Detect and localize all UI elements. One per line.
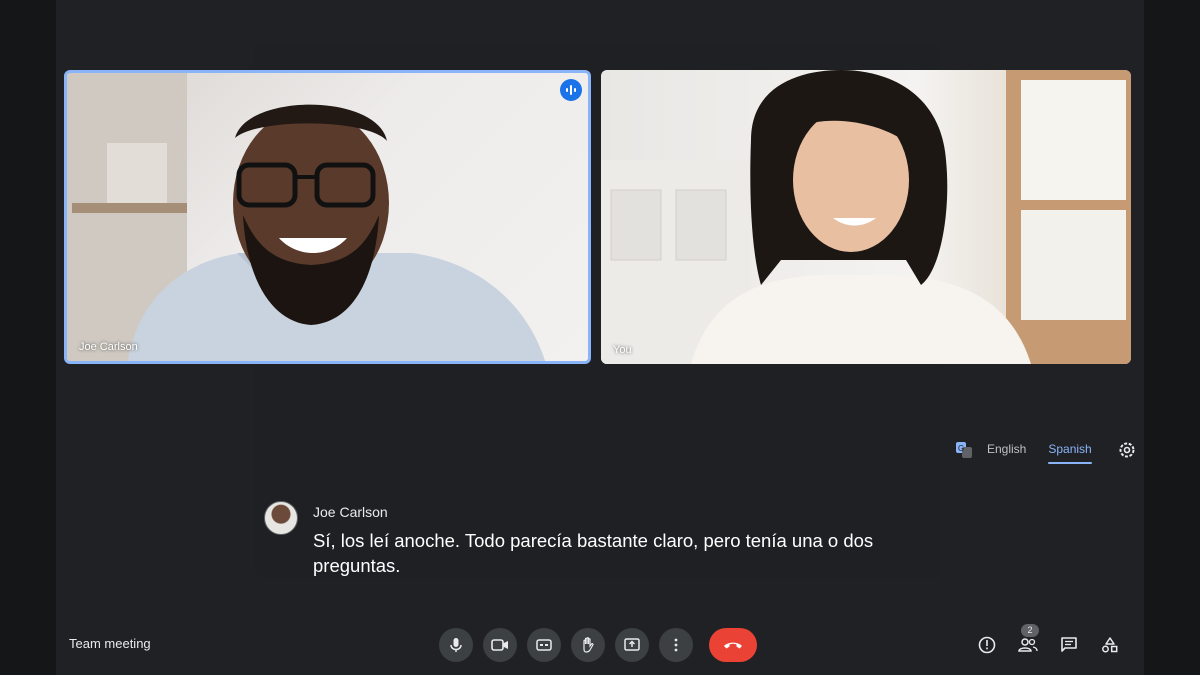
present-button[interactable]	[615, 628, 649, 662]
meeting-details-button[interactable]	[976, 634, 998, 656]
captions-button[interactable]	[527, 628, 561, 662]
end-call-button[interactable]	[709, 628, 757, 662]
more-options-icon	[674, 638, 678, 652]
people-icon	[1018, 638, 1038, 652]
participant-name: You	[613, 344, 632, 356]
present-icon	[624, 638, 640, 651]
camera-icon	[491, 639, 508, 651]
people-count-badge: 2	[1021, 624, 1039, 637]
info-icon	[978, 636, 996, 654]
right-margin	[1144, 0, 1200, 675]
svg-text:G: G	[958, 444, 964, 453]
caption-text: Sí, los leí anoche. Todo parecía bastant…	[313, 530, 874, 576]
language-tab-english[interactable]: English	[987, 436, 1026, 464]
language-tab-spanish[interactable]: Spanish	[1048, 436, 1093, 464]
speaker-avatar	[264, 501, 298, 535]
meeting-title: Team meeting	[69, 636, 151, 651]
call-controls	[439, 628, 757, 662]
participant-name: Joe Carlson	[79, 341, 138, 353]
translate-icon[interactable]: G	[955, 441, 973, 459]
raise-hand-icon	[583, 637, 594, 653]
left-margin	[0, 0, 56, 675]
participant-tile-joe[interactable]: Joe Carlson	[64, 70, 591, 364]
participant-video-joe	[67, 73, 546, 361]
captions-icon	[536, 639, 552, 651]
chat-button[interactable]	[1058, 634, 1080, 656]
caption-speaker-name: Joe Carlson	[313, 504, 388, 520]
more-options-button[interactable]	[659, 628, 693, 662]
caption-language-selector: G English Spanish	[955, 436, 1136, 464]
microphone-button[interactable]	[439, 628, 473, 662]
chat-icon	[1061, 637, 1077, 652]
speaking-indicator-icon	[560, 79, 582, 101]
raise-hand-button[interactable]	[571, 628, 605, 662]
microphone-icon	[450, 638, 462, 652]
participant-video-self	[601, 70, 1131, 364]
side-panel-controls: 2	[976, 624, 1140, 658]
activities-icon	[1102, 637, 1118, 653]
people-button[interactable]: 2	[1017, 624, 1039, 656]
participant-tile-self[interactable]: You	[601, 70, 1131, 364]
end-call-icon	[724, 642, 742, 649]
activities-button[interactable]	[1099, 634, 1121, 656]
camera-button[interactable]	[483, 628, 517, 662]
gear-icon[interactable]	[1118, 441, 1136, 459]
